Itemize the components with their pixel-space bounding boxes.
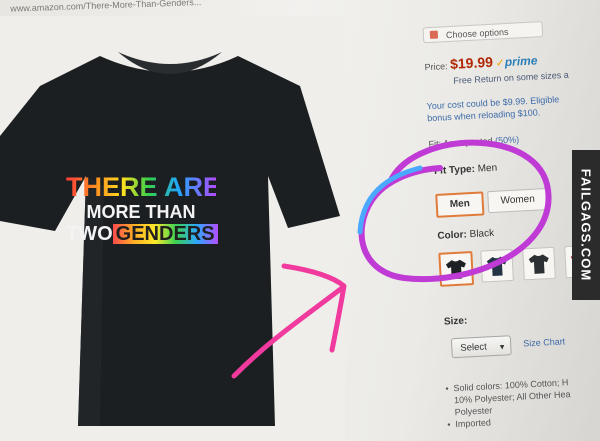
photo-of-monitor: www.amazon.com/There-More-Than-Genders..…	[0, 0, 600, 441]
watermark-text: FAILGAGS.COM	[578, 168, 594, 282]
annotation-arrow-shaft	[231, 285, 345, 379]
annotation-circle	[358, 139, 552, 283]
annotation-overlay	[231, 139, 552, 379]
site-watermark: FAILGAGS.COM	[572, 150, 600, 300]
annotation-blue-stroke	[357, 165, 423, 235]
